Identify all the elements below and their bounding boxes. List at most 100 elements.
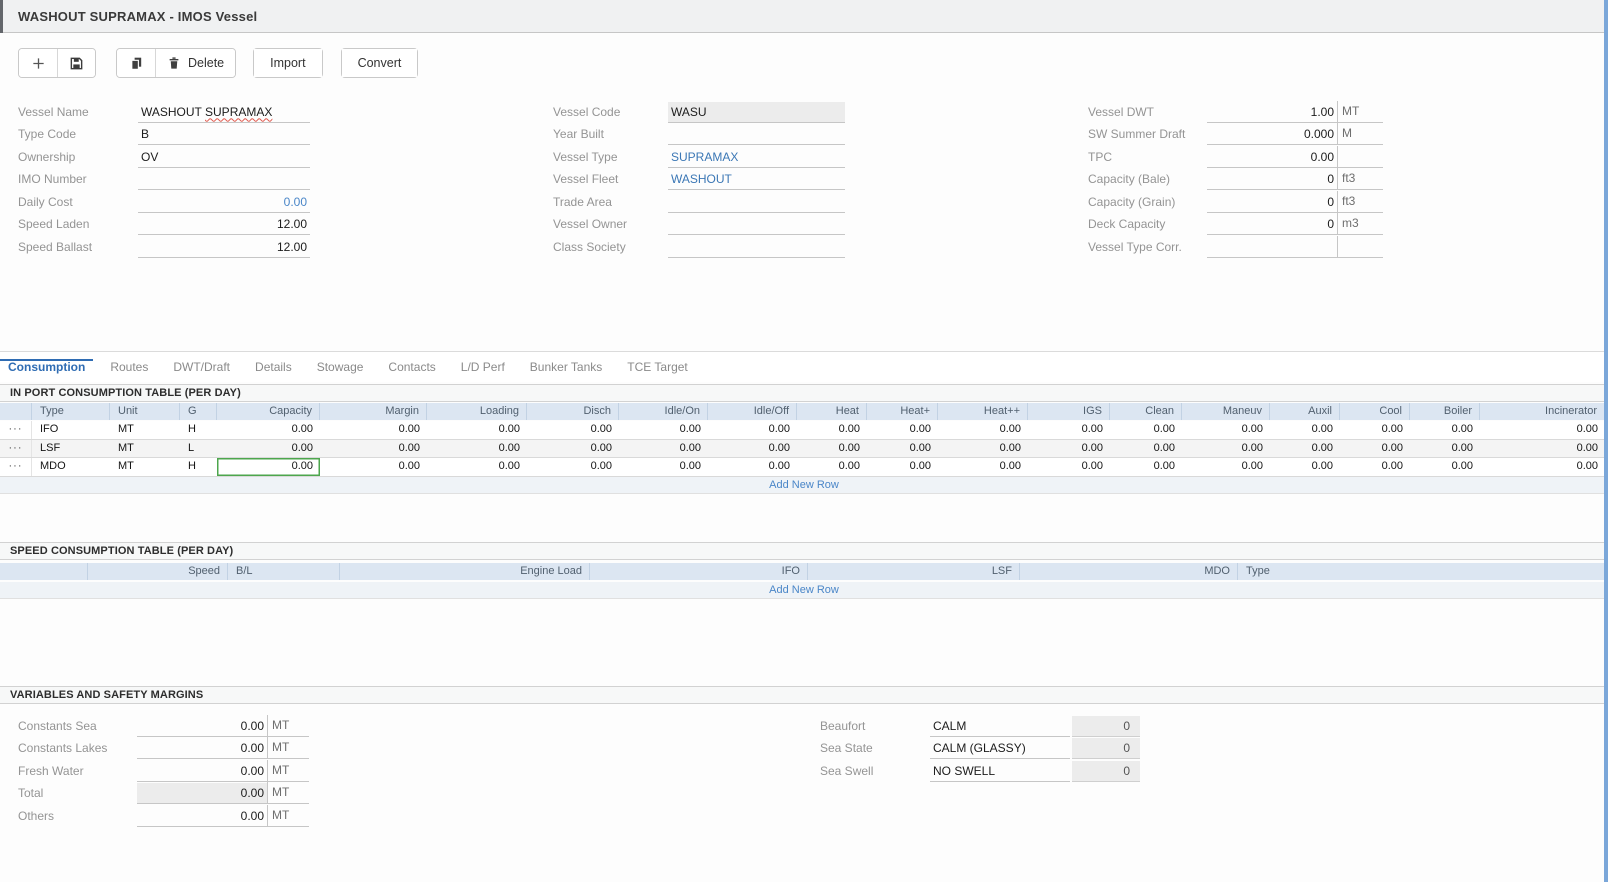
row-handle[interactable]: ··· — [0, 458, 32, 476]
cell-heat[interactable]: 0.00 — [938, 421, 1028, 439]
col-header-heat[interactable]: Heat++ — [938, 403, 1028, 420]
sw-summer-draft-field[interactable]: 0.000 — [1207, 124, 1337, 145]
cell-boiler[interactable]: 0.00 — [1410, 458, 1480, 476]
deck-capacity-field[interactable]: 0 — [1207, 214, 1337, 235]
cell-igs[interactable]: 0.00 — [1028, 440, 1110, 458]
cell-auxil[interactable]: 0.00 — [1270, 458, 1340, 476]
cell-disch[interactable]: 0.00 — [527, 440, 619, 458]
cell-heat[interactable]: 0.00 — [867, 421, 938, 439]
col-header-type[interactable]: Type — [32, 403, 110, 420]
cell-disch[interactable]: 0.00 — [527, 458, 619, 476]
cell-capacity[interactable]: 0.00 — [217, 440, 320, 458]
ownership-field[interactable]: OV — [138, 147, 310, 168]
cell-type[interactable]: IFO — [32, 421, 110, 439]
trade-area-field[interactable] — [668, 192, 845, 213]
cell-type[interactable]: MDO — [32, 458, 110, 476]
cell-heat[interactable]: 0.00 — [797, 421, 867, 439]
row-handle[interactable]: ··· — [0, 440, 32, 458]
cell-maneuv[interactable]: 0.00 — [1182, 458, 1270, 476]
speed-laden-field[interactable]: 12.00 — [138, 214, 310, 235]
cell-idle-off[interactable]: 0.00 — [708, 440, 797, 458]
tab-consumption[interactable]: Consumption — [0, 360, 93, 382]
tab-dwt-draft[interactable]: DWT/Draft — [165, 360, 238, 382]
fresh-water-field[interactable]: 0.00 — [137, 761, 267, 782]
cell-capacity-selected[interactable]: 0.00 — [217, 458, 320, 476]
vessel-type-corr-field[interactable] — [1207, 237, 1337, 258]
cell-idle-off[interactable]: 0.00 — [708, 458, 797, 476]
col-header-unit[interactable]: Unit — [110, 403, 180, 420]
cell-idle-on[interactable]: 0.00 — [619, 458, 708, 476]
type-code-field[interactable]: B — [138, 124, 310, 145]
col-header-disch[interactable]: Disch — [527, 403, 619, 420]
cell-grade[interactable]: H — [180, 458, 217, 476]
capacity-grain-field[interactable]: 0 — [1207, 192, 1337, 213]
cell-loading[interactable]: 0.00 — [427, 458, 527, 476]
import-button[interactable]: Import — [254, 49, 321, 77]
cell-heat[interactable]: 0.00 — [867, 458, 938, 476]
cell-type[interactable]: LSF — [32, 440, 110, 458]
col-header-igs[interactable]: IGS — [1028, 403, 1110, 420]
tab-details[interactable]: Details — [247, 360, 300, 382]
constants-lakes-field[interactable]: 0.00 — [137, 738, 267, 759]
cell-loading[interactable]: 0.00 — [427, 440, 527, 458]
cell-disch[interactable]: 0.00 — [527, 421, 619, 439]
vessel-name-field[interactable]: WASHOUT SUPRAMAX — [138, 102, 310, 123]
cell-cool[interactable]: 0.00 — [1340, 458, 1410, 476]
speed-col-header-type[interactable]: Type — [1238, 563, 1605, 580]
tab-contacts[interactable]: Contacts — [380, 360, 443, 382]
col-header-blank[interactable] — [0, 403, 32, 420]
tpc-field[interactable]: 0.00 — [1207, 147, 1337, 168]
vessel-fleet-field[interactable]: WASHOUT — [668, 169, 845, 190]
col-header-auxil[interactable]: Auxil — [1270, 403, 1340, 420]
tab-routes[interactable]: Routes — [102, 360, 156, 382]
speed-col-header-engine-load[interactable]: Engine Load — [340, 563, 590, 580]
row-handle[interactable]: ··· — [0, 421, 32, 439]
new-button[interactable] — [19, 49, 57, 77]
col-header-boiler[interactable]: Boiler — [1410, 403, 1480, 420]
col-header-margin[interactable]: Margin — [320, 403, 427, 420]
col-header-incinerator[interactable]: Incinerator — [1480, 403, 1605, 420]
total-field[interactable]: 0.00 — [137, 783, 267, 804]
cell-boiler[interactable]: 0.00 — [1410, 440, 1480, 458]
constants-sea-field[interactable]: 0.00 — [137, 716, 267, 737]
speed-col-header-mdo[interactable]: MDO — [1020, 563, 1238, 580]
tab-bunker-tanks[interactable]: Bunker Tanks — [522, 360, 611, 382]
sea-swell-number-field[interactable]: 0 — [1072, 761, 1140, 782]
delete-button[interactable]: Delete — [155, 49, 235, 77]
cell-margin[interactable]: 0.00 — [320, 440, 427, 458]
col-header-heat[interactable]: Heat — [797, 403, 867, 420]
imo-number-field[interactable] — [138, 169, 310, 190]
speed-ballast-field[interactable]: 12.00 — [138, 237, 310, 258]
cell-clean[interactable]: 0.00 — [1110, 458, 1182, 476]
inport-add-new-row-link[interactable]: Add New Row — [0, 477, 1608, 494]
vessel-owner-field[interactable] — [668, 214, 845, 235]
copy-button[interactable] — [117, 49, 155, 77]
beaufort-number-field[interactable]: 0 — [1072, 716, 1140, 737]
sea-state-number-field[interactable]: 0 — [1072, 738, 1140, 759]
cell-margin[interactable]: 0.00 — [320, 458, 427, 476]
cell-grade[interactable]: H — [180, 421, 217, 439]
sea-state-field[interactable]: CALM (GLASSY) — [930, 738, 1070, 759]
col-header-g[interactable]: G — [180, 403, 217, 420]
cell-incinerator[interactable]: 0.00 — [1480, 421, 1605, 439]
cell-boiler[interactable]: 0.00 — [1410, 421, 1480, 439]
others-field[interactable]: 0.00 — [137, 806, 267, 827]
cell-idle-on[interactable]: 0.00 — [619, 421, 708, 439]
beaufort-field[interactable]: CALM — [930, 716, 1070, 737]
cell-idle-on[interactable]: 0.00 — [619, 440, 708, 458]
col-header-loading[interactable]: Loading — [427, 403, 527, 420]
daily-cost-field[interactable]: 0.00 — [138, 192, 310, 213]
speed-col-header-b-l[interactable]: B/L — [228, 563, 340, 580]
speed-col-header-lsf[interactable]: LSF — [808, 563, 1020, 580]
cell-margin[interactable]: 0.00 — [320, 421, 427, 439]
cell-heat[interactable]: 0.00 — [797, 440, 867, 458]
sea-swell-field[interactable]: NO SWELL — [930, 761, 1070, 782]
col-header-idle-off[interactable]: Idle/Off — [708, 403, 797, 420]
col-header-cool[interactable]: Cool — [1340, 403, 1410, 420]
cell-auxil[interactable]: 0.00 — [1270, 421, 1340, 439]
tab-stowage[interactable]: Stowage — [309, 360, 372, 382]
speed-col-header-speed[interactable]: Speed — [88, 563, 228, 580]
cell-idle-off[interactable]: 0.00 — [708, 421, 797, 439]
cell-unit[interactable]: MT — [110, 440, 180, 458]
cell-cool[interactable]: 0.00 — [1340, 440, 1410, 458]
